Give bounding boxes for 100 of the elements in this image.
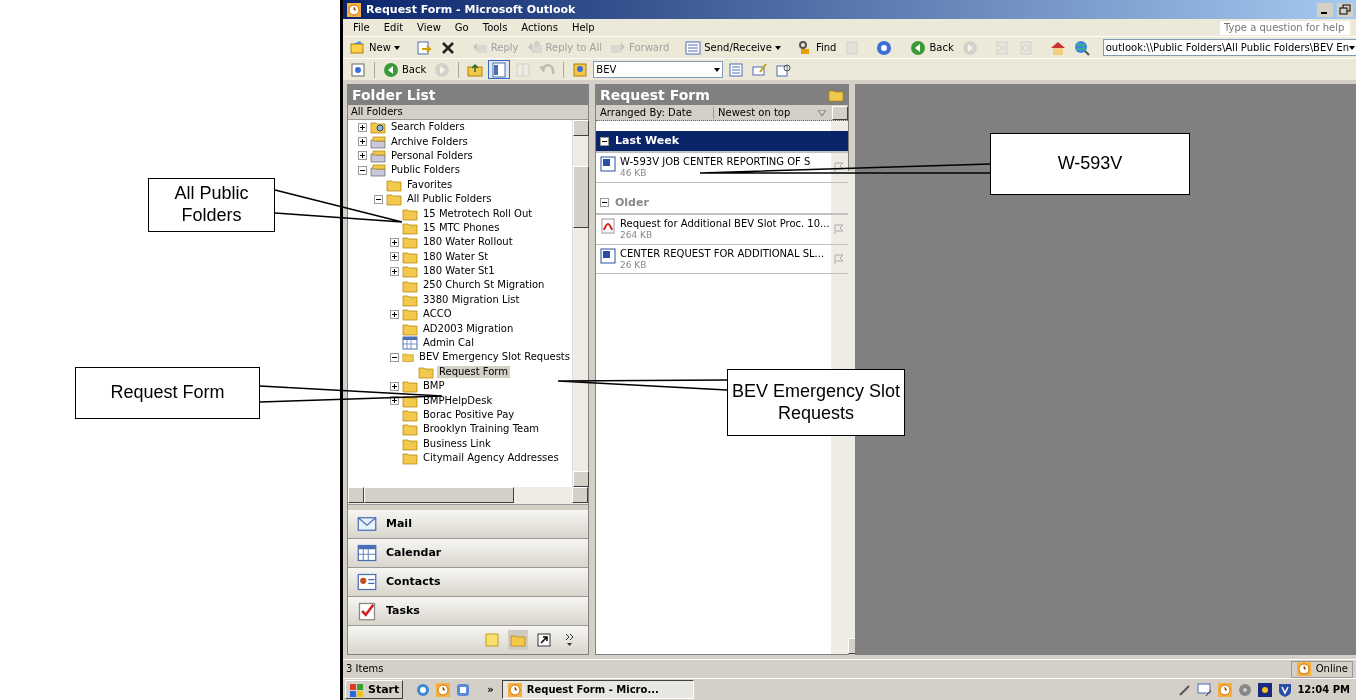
- folder-item[interactable]: Borac Positive Pay: [421, 409, 517, 421]
- window-title: Request Form - Microsoft Outlook: [366, 2, 576, 17]
- folder-item[interactable]: Public Folders: [389, 164, 462, 177]
- windows-logo-icon: [349, 681, 365, 698]
- folder-item[interactable]: ACCO: [421, 308, 454, 321]
- collapse-toggle[interactable]: [390, 352, 399, 362]
- clock: 12:04 PM: [1297, 683, 1350, 696]
- nav-button[interactable]: Tasks: [348, 597, 588, 626]
- nav-button[interactable]: Contacts: [348, 568, 588, 597]
- clock-icon: [346, 1, 362, 18]
- globe-icon: [1073, 39, 1090, 56]
- message-size: 264 KB: [620, 229, 654, 241]
- start-button[interactable]: Start: [345, 680, 404, 699]
- monitor-icon[interactable]: [1197, 681, 1214, 698]
- folder-item[interactable]: 15 Metrotech Roll Out: [421, 207, 535, 220]
- menu-item[interactable]: File: [353, 21, 370, 34]
- flag-icon[interactable]: [833, 162, 844, 172]
- collapse-toggle[interactable]: [600, 136, 609, 146]
- send-receive-button[interactable]: Send/Receive: [682, 38, 784, 57]
- sort-order-header[interactable]: Newest on top: [714, 106, 818, 119]
- calendar-icon: [356, 543, 378, 563]
- folder-item[interactable]: Search Folders: [389, 121, 467, 134]
- vertical-scrollbar[interactable]: [572, 120, 588, 487]
- back-arrow-button[interactable]: Back: [907, 38, 957, 57]
- message-item[interactable]: CENTER REQUEST FOR ADDITIONAL SL... 26 KB: [596, 244, 848, 275]
- new-item-button[interactable]: New: [347, 38, 403, 57]
- menu-item[interactable]: Tools: [482, 21, 508, 34]
- browser-window-icon[interactable]: [455, 681, 472, 698]
- caret-icon: [774, 45, 781, 50]
- expand-toggle[interactable]: [358, 137, 367, 147]
- folder-stack-icon: [370, 162, 386, 179]
- folder-list-button[interactable]: [488, 60, 511, 79]
- menu-item[interactable]: Actions: [521, 21, 558, 34]
- folder-item[interactable]: Business Link: [421, 437, 493, 450]
- collapse-toggle[interactable]: [358, 165, 367, 175]
- callout-tooltip: BEV Emergency Slot Requests: [727, 369, 905, 436]
- search-folder-icon: [370, 120, 386, 136]
- horizontal-scrollbar[interactable]: [348, 487, 588, 504]
- restore-button[interactable]: [1337, 2, 1353, 17]
- menu-item[interactable]: View: [417, 21, 441, 34]
- group-header[interactable]: Older: [596, 192, 848, 215]
- scroll-up-button[interactable]: [832, 105, 848, 120]
- message-item[interactable]: W-593V JOB CENTER REPORTING OF S 46 KB: [596, 153, 848, 183]
- folder-icon: [828, 87, 844, 103]
- sort-arrow-icon: [818, 109, 826, 116]
- menu-item[interactable]: Edit: [383, 21, 404, 34]
- minimize-button[interactable]: [1317, 2, 1333, 17]
- folder-item[interactable]: BMP: [421, 380, 447, 393]
- folder-item[interactable]: Favorites: [405, 178, 455, 191]
- caret-icon: [393, 45, 400, 50]
- group-header[interactable]: Last Week: [596, 131, 848, 153]
- shield-icon[interactable]: [1277, 681, 1294, 698]
- folder-item[interactable]: Archive Folders: [389, 135, 470, 148]
- expand-toggle[interactable]: [390, 309, 399, 319]
- overflow-chevron[interactable]: »: [483, 683, 498, 696]
- expand-toggle[interactable]: [390, 237, 399, 247]
- address-field[interactable]: BEV: [593, 61, 724, 78]
- folder-item[interactable]: 3380 Migration List: [421, 293, 522, 306]
- folder-stack-icon: [370, 148, 386, 164]
- arrange-by-header[interactable]: Arranged By: Date: [596, 106, 714, 119]
- folder-item[interactable]: 180 Water Rollout: [421, 236, 515, 249]
- folder-item[interactable]: Request Form: [437, 365, 510, 378]
- folder-item[interactable]: 15 MTC Phones: [421, 221, 502, 234]
- menu-item[interactable]: Help: [571, 21, 595, 34]
- back-arrow-button[interactable]: Back: [380, 60, 430, 79]
- folder-item[interactable]: 180 Water St: [421, 250, 491, 263]
- folder-item[interactable]: 250 Church St Migration: [421, 279, 547, 292]
- expand-toggle[interactable]: [390, 396, 399, 406]
- expand-toggle[interactable]: [390, 266, 399, 276]
- shortcut-button[interactable]: [534, 630, 554, 650]
- clock-icon[interactable]: [1217, 681, 1234, 698]
- folder-item[interactable]: AD2003 Migration: [421, 322, 516, 335]
- folder-item[interactable]: All Public Folders: [405, 193, 494, 206]
- item-count: 3 Items: [346, 663, 384, 675]
- taskbar-button[interactable]: Request Form - Micro...: [501, 680, 694, 699]
- expand-toggle[interactable]: [390, 252, 399, 262]
- caret-icon: [1348, 45, 1355, 50]
- folder-item[interactable]: 180 Water St1: [421, 265, 497, 278]
- find-button[interactable]: Find: [793, 38, 840, 57]
- collapse-toggle[interactable]: [374, 194, 383, 204]
- folder-item[interactable]: Admin Cal: [421, 337, 476, 350]
- collapse-toggle[interactable]: [600, 198, 609, 208]
- reply-all-icon: [526, 39, 543, 56]
- expand-toggle[interactable]: [358, 122, 367, 132]
- expand-toggle[interactable]: [390, 381, 399, 391]
- message-size: 46 KB: [620, 168, 648, 179]
- folder-item[interactable]: BEV Emergency Slot Requests: [417, 351, 572, 364]
- menu-item[interactable]: Go: [454, 21, 469, 34]
- nav-button[interactable]: Mail: [348, 510, 588, 539]
- folder-item[interactable]: BMPHelpDesk: [421, 394, 495, 407]
- message-item[interactable]: Request for Additional BEV Slot Proc. 10... 264 KB: [596, 214, 848, 245]
- help-question-field[interactable]: Type a question for help: [1220, 20, 1350, 35]
- address-field[interactable]: outlook:\\Public Folders\All Public Folders\BEV En: [1102, 39, 1356, 56]
- message-subject: Request for Additional BEV Slot Proc. 10...: [620, 217, 830, 230]
- folder-item[interactable]: Personal Folders: [389, 149, 475, 162]
- nav-button[interactable]: Calendar: [348, 539, 588, 568]
- folder-item[interactable]: Citymail Agency Addresses: [421, 452, 561, 465]
- folder-item[interactable]: Brooklyn Training Team: [421, 423, 542, 436]
- clock-icon[interactable]: [435, 681, 452, 698]
- expand-toggle[interactable]: [358, 151, 367, 161]
